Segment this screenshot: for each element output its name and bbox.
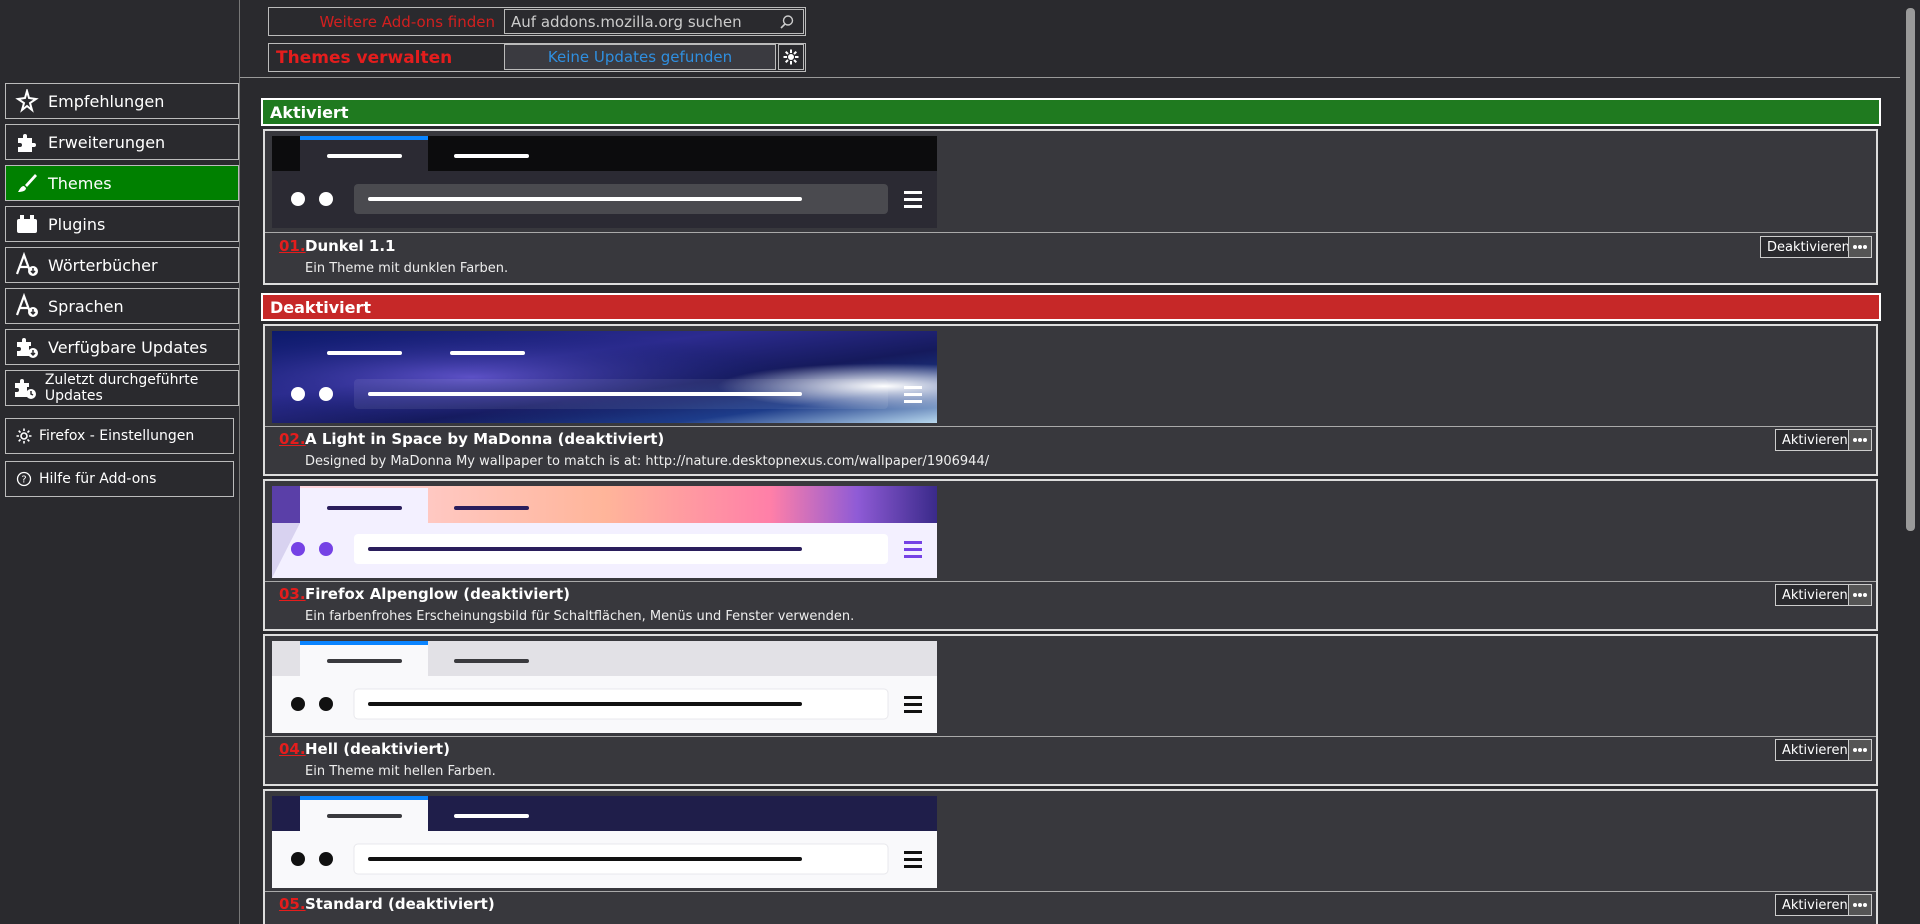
language-icon	[12, 291, 42, 321]
theme-number: 04.	[279, 740, 306, 758]
theme-preview-dark	[272, 136, 937, 228]
svg-text:?: ?	[21, 475, 26, 486]
sidebar-item-plugins[interactable]: Plugins	[5, 206, 239, 242]
addons-help-link[interactable]: ? Hilfe für Add-ons	[5, 461, 234, 497]
addons-manager: Empfehlungen Erweiterungen Themes Plugin…	[0, 0, 1920, 924]
sparkle-icon	[12, 86, 42, 116]
theme-card-light[interactable]: 04. Hell (deaktiviert) Ein Theme mit hel…	[263, 634, 1878, 786]
more-icon	[1852, 244, 1868, 250]
update-icon	[12, 332, 42, 362]
sidebar-item-label: Zuletzt durchgeführte Updates	[44, 372, 199, 404]
plugin-icon	[12, 209, 42, 239]
theme-description: Ein Theme mit hellen Farben.	[305, 764, 496, 779]
gear-icon	[13, 428, 35, 444]
theme-preview-light-in-space	[272, 331, 937, 423]
sidebar-item-label: Plugins	[48, 214, 106, 234]
sidebar-item-recent-updates[interactable]: Zuletzt durchgeführte Updates	[5, 370, 239, 406]
theme-number: 02.	[279, 430, 306, 448]
theme-description: Ein farbenfrohes Erscheinungsbild für Sc…	[305, 609, 855, 624]
section-disabled-header: Deaktiviert	[261, 293, 1881, 321]
sidebar-item-extensions[interactable]: Erweiterungen	[5, 124, 239, 160]
enable-button[interactable]: Aktivieren	[1775, 894, 1855, 916]
more-options-button[interactable]	[1848, 584, 1872, 606]
more-options-button[interactable]	[1848, 236, 1872, 258]
enable-button[interactable]: Aktivieren	[1775, 584, 1855, 606]
help-icon: ?	[13, 471, 35, 487]
more-icon	[1852, 592, 1868, 598]
theme-description: Designed by MaDonna My wallpaper to matc…	[305, 454, 990, 469]
scrollbar-thumb[interactable]	[1906, 8, 1915, 531]
search-input[interactable]	[505, 12, 775, 31]
gear-icon	[783, 49, 799, 65]
page-title: Themes verwalten	[276, 48, 453, 68]
brush-icon	[12, 168, 42, 198]
enable-button[interactable]: Aktivieren	[1775, 739, 1855, 761]
find-addons-label[interactable]: Weitere Add-ons finden	[269, 13, 501, 31]
addons-search	[504, 9, 804, 34]
puzzle-icon	[12, 127, 42, 157]
theme-card-dark[interactable]: 01. Dunkel 1.1 Ein Theme mit dunklen Far…	[263, 129, 1878, 285]
more-icon	[1852, 902, 1868, 908]
sidebar-item-available-updates[interactable]: Verfügbare Updates	[5, 329, 239, 365]
theme-name: Standard (deaktiviert)	[305, 895, 495, 913]
sidebar-item-languages[interactable]: Sprachen	[5, 288, 239, 324]
sidebar-item-label: Verfügbare Updates	[48, 337, 208, 357]
theme-number: 03.	[279, 585, 306, 603]
theme-preview-light	[272, 641, 937, 733]
dictionary-icon	[12, 250, 42, 280]
recent-updates-icon	[12, 373, 39, 403]
sidebar: Empfehlungen Erweiterungen Themes Plugin…	[0, 0, 240, 924]
theme-number: 01.	[279, 237, 306, 255]
theme-preview-default	[272, 796, 937, 888]
theme-name: A Light in Space by MaDonna (deaktiviert…	[305, 430, 665, 448]
theme-name: Dunkel 1.1	[305, 237, 396, 255]
more-icon	[1852, 437, 1868, 443]
sidebar-item-recommendations[interactable]: Empfehlungen	[5, 83, 239, 119]
more-options-button[interactable]	[1848, 739, 1872, 761]
sidebar-item-label: Firefox - Einstellungen	[39, 428, 195, 444]
sidebar-item-label: Empfehlungen	[48, 91, 165, 111]
theme-description: Ein Theme mit dunklen Farben.	[305, 261, 509, 276]
sidebar-item-label: Themes	[48, 173, 112, 193]
theme-card-default[interactable]: 05. Standard (deaktiviert) Aktivieren	[263, 789, 1878, 924]
theme-number: 05.	[279, 895, 306, 913]
tools-menu-button[interactable]	[778, 44, 804, 70]
sidebar-item-label: Wörterbücher	[48, 255, 158, 275]
firefox-settings-link[interactable]: Firefox - Einstellungen	[5, 418, 234, 454]
more-icon	[1852, 747, 1868, 753]
sidebar-item-label: Hilfe für Add-ons	[39, 471, 157, 487]
theme-preview-alpenglow	[272, 486, 937, 578]
sidebar-item-themes[interactable]: Themes	[5, 165, 239, 201]
more-options-button[interactable]	[1848, 429, 1872, 451]
section-enabled-header: Aktiviert	[261, 98, 1881, 126]
disable-button[interactable]: Deaktivieren	[1760, 236, 1857, 258]
more-options-button[interactable]	[1848, 894, 1872, 916]
sidebar-item-label: Sprachen	[48, 296, 124, 316]
search-icon[interactable]	[779, 14, 795, 30]
enable-button[interactable]: Aktivieren	[1775, 429, 1855, 451]
theme-name: Firefox Alpenglow (deaktiviert)	[305, 585, 570, 603]
theme-name: Hell (deaktiviert)	[305, 740, 450, 758]
header-divider	[240, 77, 1900, 78]
sidebar-item-dictionaries[interactable]: Wörterbücher	[5, 247, 239, 283]
sidebar-item-label: Erweiterungen	[48, 132, 166, 152]
theme-card-alpenglow[interactable]: 03. Firefox Alpenglow (deaktiviert) Ein …	[263, 479, 1878, 631]
theme-card-light-in-space[interactable]: 02. A Light in Space by MaDonna (deaktiv…	[263, 324, 1878, 476]
check-updates-button[interactable]: Keine Updates gefunden	[504, 44, 776, 70]
